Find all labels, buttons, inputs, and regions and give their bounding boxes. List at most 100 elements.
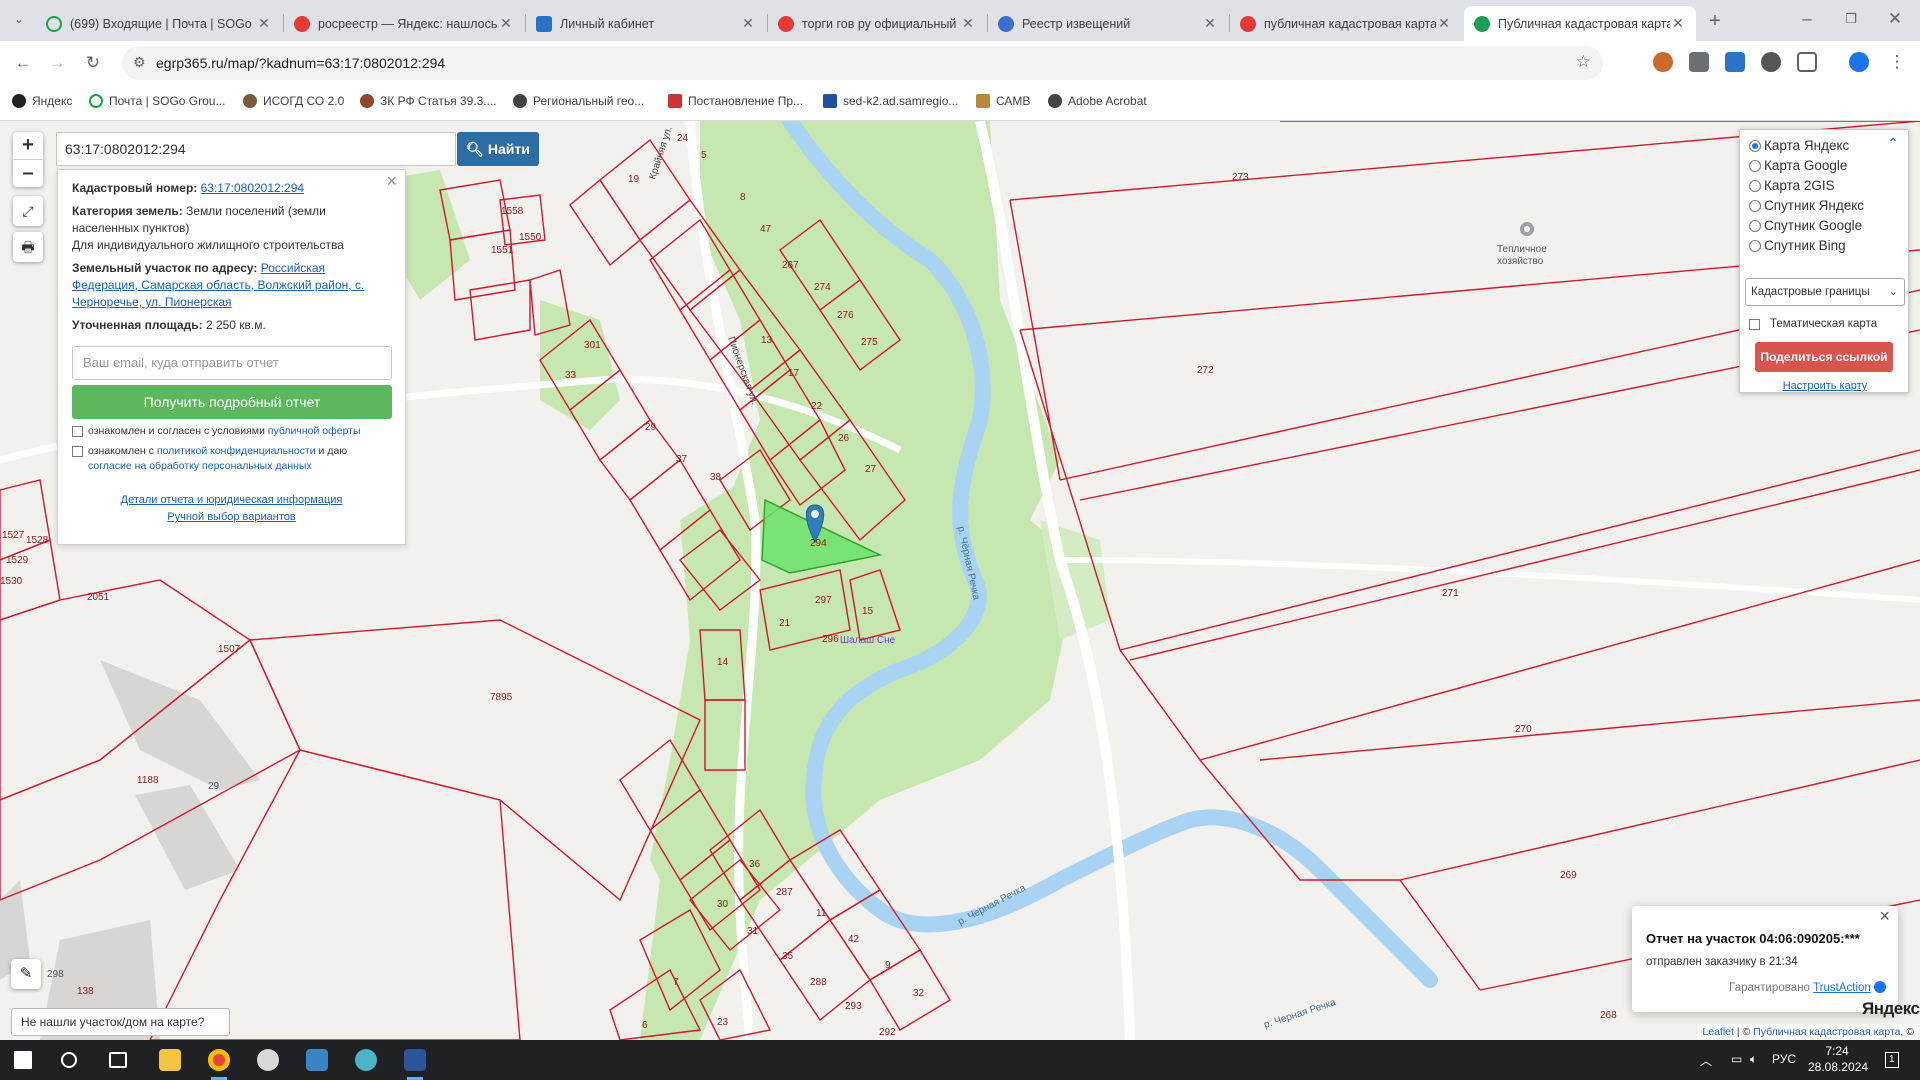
puzzle-icon[interactable] (1797, 52, 1817, 72)
ruler-icon[interactable]: ✎ (11, 959, 41, 989)
extension-icon[interactable] (1689, 52, 1709, 72)
offer-consent[interactable]: ознакомлен и согласен с условиями публич… (72, 424, 391, 439)
layer-option[interactable]: Спутник Яндекс (1749, 198, 1864, 213)
close-icon[interactable]: × (386, 172, 397, 190)
restore-button[interactable]: ❐ (1838, 6, 1864, 32)
email-field[interactable]: Ваш email, куда отправить отчет (72, 346, 392, 380)
cadastral-search-input[interactable] (57, 133, 455, 165)
privacy-consent[interactable]: ознакомлен с политикой конфиденциальност… (72, 444, 391, 474)
bookmark-item[interactable]: ИСОГД СО 2.0 (243, 94, 344, 108)
get-report-button[interactable]: Получить подробный отчет (72, 385, 392, 419)
close-icon[interactable]: × (1879, 906, 1890, 927)
checkbox[interactable] (1749, 318, 1760, 330)
tab-cabinet[interactable]: Личный кабинет ✕ (526, 6, 766, 41)
find-button[interactable]: 🔍︎ Найти (457, 132, 539, 166)
volume-icon[interactable]: 🔈︎ (1750, 1052, 1757, 1067)
tab-rosreestr[interactable]: росреестр — Яндекс: нашлось ✕ (284, 6, 524, 41)
radio[interactable] (1749, 239, 1761, 252)
extension-icon[interactable] (1761, 52, 1781, 72)
thematic-toggle[interactable]: Тематическая карта (1749, 318, 1877, 330)
layer-option[interactable]: Карта Яндекс (1749, 138, 1849, 153)
tray-chevron-icon[interactable]: ︿ (1700, 1052, 1712, 1069)
file-explorer-icon[interactable] (159, 1049, 181, 1071)
site-info-icon[interactable]: ⚙ (133, 54, 146, 71)
extension-icon[interactable] (1653, 52, 1673, 72)
leaflet-link[interactable]: Leaflet (1702, 1026, 1734, 1038)
close-icon[interactable]: ✕ (740, 15, 756, 32)
setup-map-link[interactable]: Настроить карту (1740, 380, 1910, 392)
zoom-out-button[interactable]: – (13, 159, 43, 186)
layer-option[interactable]: Карта 2GIS (1749, 178, 1835, 193)
app-icon[interactable] (306, 1049, 328, 1071)
overlay-select[interactable]: Кадастровые границы ⌄ (1745, 278, 1905, 306)
privacy-link[interactable]: политикой конфиденциальности (157, 445, 316, 457)
offer-link[interactable]: публичной оферты (268, 425, 361, 437)
app-icon[interactable] (355, 1049, 377, 1071)
zoom-in-button[interactable]: + (13, 132, 43, 159)
details-link[interactable]: Детали отчета и юридическая информация (121, 494, 343, 506)
trustaction-link[interactable]: TrustAction (1813, 982, 1871, 994)
address-bar[interactable]: ⚙ egrp365.ru/map/?kadnum=63:17:0802012:2… (122, 46, 1603, 80)
layer-option[interactable]: Карта Google (1749, 158, 1847, 173)
profile-avatar[interactable] (1849, 52, 1869, 72)
network-icon[interactable]: ▭ (1731, 1052, 1742, 1066)
share-link-button[interactable]: Поделиться ссылкой (1755, 342, 1893, 372)
close-icon[interactable]: ✕ (256, 15, 272, 32)
cadastral-number-link[interactable]: 63:17:0802012:294 (201, 181, 304, 195)
language-indicator[interactable]: РУС (1772, 1052, 1796, 1066)
bookmark-item[interactable]: Региональный гео... (513, 94, 644, 108)
close-icon[interactable]: ✕ (960, 15, 976, 32)
close-icon[interactable]: ✕ (1202, 15, 1218, 32)
bookmark-item[interactable]: Adobe Acrobat (1048, 94, 1147, 108)
window-close-button[interactable]: ✕ (1882, 6, 1908, 32)
task-view-icon[interactable] (109, 1052, 127, 1068)
not-found-button[interactable]: Не нашли участок/дом на карте? (11, 1008, 230, 1036)
tab-registry[interactable]: Реестр извещений ✕ (988, 6, 1228, 41)
checkbox[interactable] (72, 446, 83, 457)
reload-icon[interactable]: ↻ (80, 50, 106, 76)
cadastral-search[interactable] (56, 132, 456, 166)
close-icon[interactable]: ✕ (1436, 15, 1452, 32)
chevron-up-icon[interactable]: ⌃ (1887, 135, 1899, 152)
bookmark-item[interactable]: Яндекс (12, 94, 72, 108)
radio[interactable] (1749, 139, 1761, 152)
minimize-button[interactable]: – (1794, 6, 1820, 32)
new-tab-button[interactable]: + (1702, 8, 1728, 34)
bookmark-item[interactable]: САМВ (976, 94, 1030, 108)
bookmark-item[interactable]: sed-k2.ad.samregio... (823, 94, 958, 108)
windows-start-icon[interactable] (14, 1051, 32, 1069)
radio[interactable] (1749, 179, 1761, 192)
close-icon[interactable]: ✕ (1670, 15, 1686, 32)
forward-icon[interactable]: → (44, 50, 70, 76)
farm-poi-icon[interactable] (1520, 222, 1534, 236)
radio[interactable] (1749, 219, 1761, 232)
app-icon[interactable] (257, 1049, 279, 1071)
fullscreen-icon[interactable]: ⤢ (13, 196, 43, 226)
layer-option[interactable]: Спутник Bing (1749, 238, 1846, 253)
tab-torgi[interactable]: торги гов ру официальный сайт✕ (768, 6, 986, 41)
personal-data-link[interactable]: согласие на обработку персональных данны… (88, 460, 312, 472)
system-clock[interactable]: 7:24 28.08.2024 (1808, 1043, 1868, 1075)
menu-icon[interactable]: ⋮ (1884, 49, 1910, 75)
yandex-logo[interactable]: Яндекс (1862, 999, 1920, 1019)
extension-icon[interactable] (1725, 52, 1745, 72)
back-icon[interactable]: ← (10, 50, 36, 76)
notification-icon[interactable]: 1 (1885, 1052, 1899, 1068)
tab-pkk-active[interactable]: Публичная кадастровая карта ✕ (1464, 6, 1696, 41)
radio[interactable] (1749, 159, 1761, 172)
pkk-link[interactable]: Публичная кадастровая карта (1753, 1026, 1900, 1038)
bookmark-star-icon[interactable]: ☆ (1576, 52, 1591, 72)
tab-pkk-search[interactable]: публичная кадастровая карта ✕ (1230, 6, 1462, 41)
bookmark-item[interactable]: ЗК РФ Статья 39.3.... (360, 94, 497, 108)
print-icon[interactable]: 🖶 (13, 232, 43, 262)
manual-select-link[interactable]: Ручной выбор вариантов (167, 511, 295, 523)
bookmark-item[interactable]: Почта | SOGo Grou... (89, 94, 225, 108)
word-icon[interactable] (404, 1049, 426, 1071)
cadastral-map[interactable]: Тепличное хозяйство Крайняя ул. Пионерск… (0, 121, 1920, 1040)
bookmark-item[interactable]: Постановление Пр... (668, 94, 803, 108)
tab-sogo[interactable]: (699) Входящие | Почта | SOGo ✕ (36, 6, 282, 41)
tab-search-icon[interactable]: ⌄ (6, 6, 32, 32)
radio[interactable] (1749, 199, 1761, 212)
checkbox[interactable] (72, 426, 83, 437)
close-icon[interactable]: ✕ (498, 15, 514, 32)
